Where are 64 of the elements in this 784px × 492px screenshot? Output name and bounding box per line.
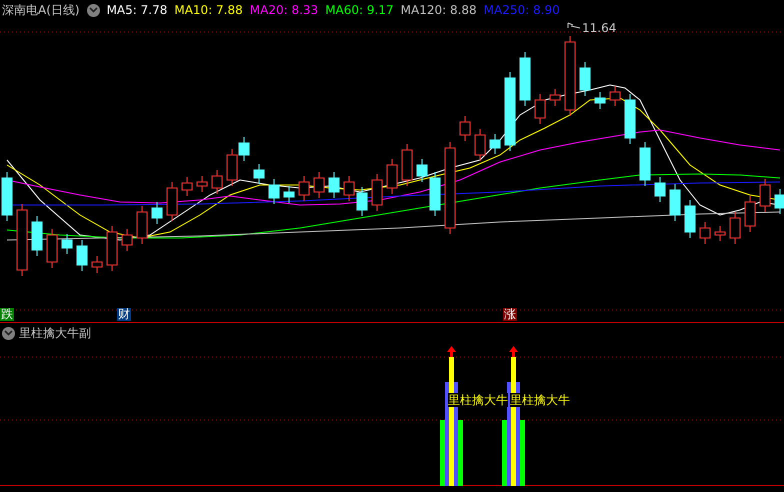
candlestick (212, 170, 222, 194)
candlestick (624, 94, 636, 144)
candlestick (196, 176, 208, 192)
moving-average-value: MA60: 9.17 (325, 2, 394, 19)
candlestick (298, 176, 310, 202)
candlestick (344, 176, 354, 202)
collapse-icon[interactable] (2, 326, 15, 340)
candlestick (152, 202, 162, 224)
candlestick (744, 196, 756, 232)
candlestick (136, 206, 148, 244)
event-marker[interactable]: 财 (117, 308, 131, 321)
candlestick (430, 172, 440, 216)
candlestick (402, 144, 412, 186)
signal-label: 里柱擒大牛 (510, 393, 570, 407)
candlestick (684, 200, 696, 238)
candlestick (610, 86, 620, 106)
dropdown-icon[interactable] (86, 4, 100, 16)
candlestick (534, 94, 546, 124)
candlestick (654, 176, 666, 202)
candlestick (594, 92, 606, 110)
candlestick (268, 178, 280, 204)
candlestick (182, 176, 192, 196)
event-marker[interactable]: 涨 (503, 308, 517, 321)
candlestick (32, 216, 42, 256)
candlestick (92, 256, 102, 274)
candlestick (386, 158, 398, 194)
candlestick (76, 240, 88, 272)
candlestick (416, 158, 428, 182)
candlestick (670, 184, 680, 222)
candlestick (730, 212, 740, 244)
candlestick (284, 186, 294, 204)
candlestick (328, 172, 340, 198)
candlestick (640, 142, 650, 186)
candlestick (580, 62, 590, 96)
moving-average-value: MA5: 7.78 (106, 2, 168, 19)
candlestick (106, 226, 118, 272)
candlestick (372, 174, 382, 212)
candlestick (550, 88, 560, 106)
candlestick (474, 128, 486, 162)
moving-average-value: MA10: 7.88 (174, 2, 243, 19)
candlestick (46, 228, 58, 268)
candlestick (700, 222, 710, 244)
candlestick (166, 182, 178, 222)
candlestick (122, 228, 132, 252)
candlestick (714, 226, 726, 242)
moving-average-value: MA250: 8.90 (484, 2, 560, 19)
stock-title: 深南电A(日线) (2, 2, 80, 19)
candlestick (520, 52, 530, 106)
candlestick (356, 186, 368, 216)
candlestick (254, 164, 264, 184)
candlestick (314, 172, 324, 198)
candlestick (760, 178, 770, 212)
indicator-title: 里柱擒大牛副 (19, 325, 91, 342)
candlestick (2, 172, 12, 222)
candlestick (774, 188, 784, 214)
candlestick (460, 116, 470, 142)
candlestick (490, 134, 500, 154)
high-price-label: 11.64 (582, 20, 616, 37)
moving-average-value: MA20: 8.33 (250, 2, 318, 19)
high-price-pointer-icon (568, 22, 580, 28)
event-marker[interactable]: 跌 (0, 308, 14, 321)
candlestick (62, 234, 72, 254)
signal-label: 里柱擒大牛 (448, 393, 508, 407)
moving-average-value: MA120: 8.88 (400, 2, 477, 19)
